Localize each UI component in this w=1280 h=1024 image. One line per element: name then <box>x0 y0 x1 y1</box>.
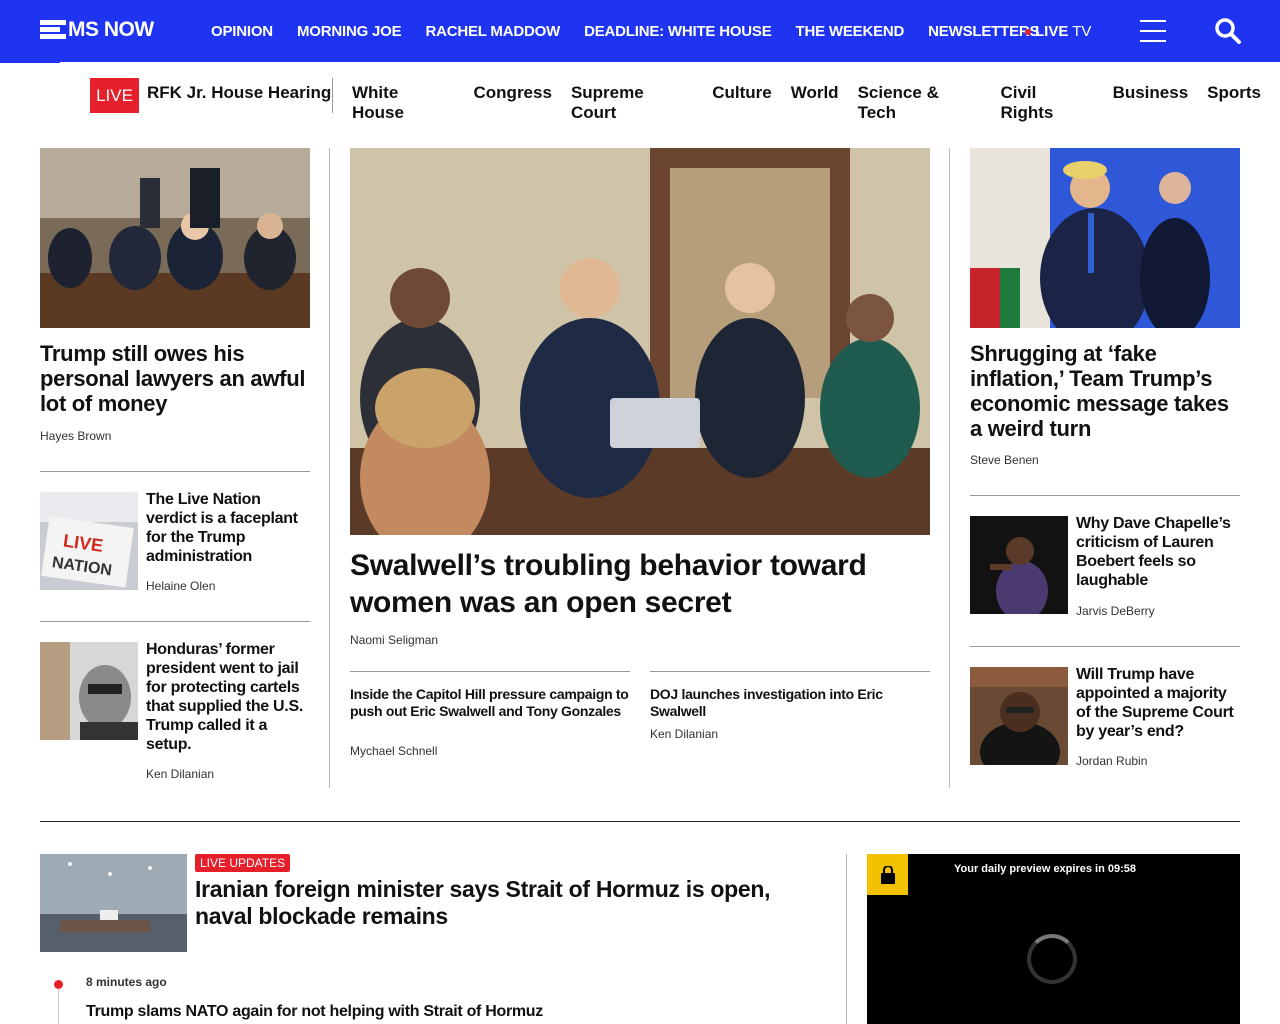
loading-spinner-icon <box>1027 934 1077 984</box>
right-item-2-headline[interactable]: Will Trump have appointed a majority of … <box>1076 665 1242 741</box>
timeline-dot-icon <box>54 980 63 989</box>
live-tv-label-bold: LIVE <box>1035 23 1069 40</box>
search-icon[interactable] <box>1214 17 1242 45</box>
right-item-2-byline[interactable]: Jordan Rubin <box>1076 754 1147 768</box>
nav-deadline-white-house[interactable]: DEADLINE: WHITE HOUSE <box>584 23 772 40</box>
main-byline[interactable]: Naomi Seligman <box>350 633 438 647</box>
live-topic-link[interactable]: RFK Jr. House Hearing <box>147 83 331 103</box>
live-nation-photo[interactable]: LIVE NATION <box>40 492 138 590</box>
justice-thomas-photo[interactable] <box>970 667 1068 765</box>
timeline-time: 8 minutes ago <box>86 975 167 989</box>
topic-business[interactable]: Business <box>1113 83 1189 123</box>
topic-world[interactable]: World <box>791 83 839 123</box>
site-logo[interactable]: MS NOW <box>40 18 154 42</box>
live-tv-link[interactable]: LIVE TV <box>1025 23 1091 40</box>
nav-opinion[interactable]: OPINION <box>211 23 273 40</box>
right-lead-byline[interactable]: Steve Benen <box>970 453 1039 467</box>
live-tv-label-rest: TV <box>1068 23 1092 40</box>
nav-rachel-maddow[interactable]: RACHEL MADDOW <box>425 23 560 40</box>
menu-icon[interactable] <box>1140 20 1166 42</box>
live-dot-icon <box>1025 28 1031 35</box>
column-divider-left <box>329 148 330 788</box>
timeline-headline[interactable]: Trump slams NATO again for not helping w… <box>86 1002 786 1021</box>
related-2-byline[interactable]: Ken Dilanian <box>650 727 718 741</box>
honduras-photo[interactable] <box>40 642 138 740</box>
chappelle-photo[interactable] <box>970 516 1068 614</box>
related-1-headline[interactable]: Inside the Capitol Hill pressure campaig… <box>350 686 630 720</box>
left-lead-byline[interactable]: Hayes Brown <box>40 429 111 443</box>
primary-nav: OPINION MORNING JOE RACHEL MADDOW DEADLI… <box>211 0 1063 62</box>
divider <box>350 671 630 672</box>
topic-congress[interactable]: Congress <box>474 83 552 123</box>
video-player[interactable]: Your daily preview expires in 09:58 <box>867 854 1240 1024</box>
topic-sports[interactable]: Sports <box>1207 83 1261 123</box>
left-item-2-byline[interactable]: Ken Dilanian <box>146 767 214 781</box>
section-divider <box>40 821 1240 822</box>
divider <box>40 621 310 622</box>
column-divider-right <box>949 148 950 788</box>
live-badge[interactable]: LIVE <box>90 78 139 113</box>
live-section-headline[interactable]: Iranian foreign minister says Strait of … <box>195 876 815 930</box>
trump-podium-photo[interactable] <box>970 148 1240 328</box>
left-item-1-headline[interactable]: The Live Nation verdict is a faceplant f… <box>146 490 312 566</box>
logo-mark-icon <box>40 20 66 40</box>
topic-supreme-court[interactable]: Supreme Court <box>571 83 693 123</box>
left-lead-headline[interactable]: Trump still owes his personal lawyers an… <box>40 341 310 416</box>
courtroom-photo[interactable] <box>40 148 310 328</box>
topic-science-tech[interactable]: Science & Tech <box>858 83 982 123</box>
divider <box>970 646 1240 647</box>
left-item-2-headline[interactable]: Honduras’ former president went to jail … <box>146 640 312 754</box>
nav-morning-joe[interactable]: MORNING JOE <box>297 23 402 40</box>
topic-nav: LIVE RFK Jr. House Hearing White House C… <box>0 62 1280 126</box>
divider <box>650 671 930 672</box>
topic-links: White House Congress Supreme Court Cultu… <box>352 83 1280 123</box>
related-2-headline[interactable]: DOJ launches investigation into Eric Swa… <box>650 686 930 720</box>
topic-divider <box>332 78 333 113</box>
top-navigation-bar: MS NOW OPINION MORNING JOE RACHEL MADDOW… <box>0 0 1280 62</box>
related-1-byline[interactable]: Mychael Schnell <box>350 744 437 758</box>
nav-the-weekend[interactable]: THE WEEKEND <box>796 23 905 40</box>
left-item-1-byline[interactable]: Helaine Olen <box>146 579 215 593</box>
section-column-divider <box>846 854 847 1024</box>
right-lead-headline[interactable]: Shrugging at ‘fake inflation,’ Team Trum… <box>970 341 1242 441</box>
topic-white-house[interactable]: White House <box>352 83 455 123</box>
lock-icon[interactable] <box>867 854 908 895</box>
right-item-1-byline[interactable]: Jarvis DeBerry <box>1076 604 1155 618</box>
logo-text: MS NOW <box>68 18 154 41</box>
strait-hormuz-photo[interactable] <box>40 854 187 952</box>
live-updates-badge: LIVE UPDATES <box>195 854 291 872</box>
topic-civil-rights[interactable]: Civil Rights <box>1000 83 1093 123</box>
hearing-main-photo[interactable] <box>350 148 930 535</box>
nav-newsletters[interactable]: NEWSLETTERS <box>928 23 1039 40</box>
preview-countdown: Your daily preview expires in 09:58 <box>954 863 1136 875</box>
divider <box>40 471 310 472</box>
divider <box>970 495 1240 496</box>
right-item-1-headline[interactable]: Why Dave Chapelle’s criticism of Lauren … <box>1076 514 1242 590</box>
main-headline[interactable]: Swalwell’s troubling behavior toward wom… <box>350 547 930 621</box>
topic-culture[interactable]: Culture <box>712 83 772 123</box>
